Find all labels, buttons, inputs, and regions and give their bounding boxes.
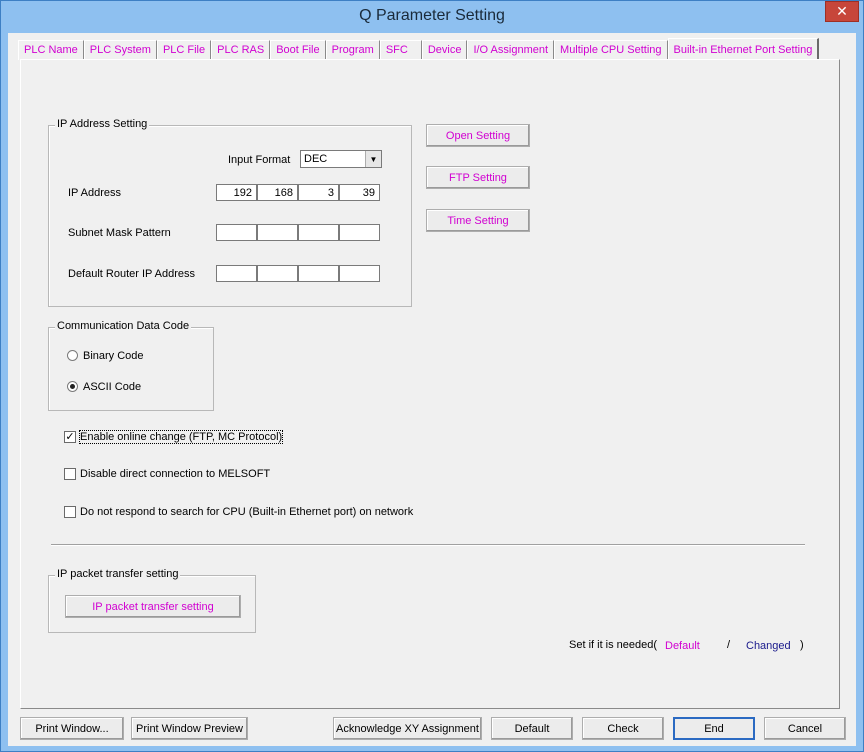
communication-data-code-label: Communication Data Code xyxy=(55,320,192,332)
default-router-label: Default Router IP Address xyxy=(68,268,195,280)
ip-packet-transfer-button[interactable]: IP packet transfer setting xyxy=(65,595,241,618)
default-router-octet-2[interactable] xyxy=(257,265,298,282)
input-format-select[interactable]: DEC ▼ xyxy=(300,150,382,168)
ascii-code-radio[interactable] xyxy=(67,381,78,392)
legend-changed: Changed xyxy=(746,640,791,652)
tab-plc-name[interactable]: PLC Name xyxy=(18,40,84,60)
ip-address-octet-1[interactable]: 192 xyxy=(216,184,257,201)
default-button[interactable]: Default xyxy=(491,717,573,740)
ip-packet-transfer-group: IP packet transfer setting IP packet tra… xyxy=(48,568,256,633)
ip-address-label: IP Address xyxy=(68,187,121,199)
ip-address-octet-2[interactable]: 168 xyxy=(257,184,298,201)
subnet-mask-octet-2[interactable] xyxy=(257,224,298,241)
parameter-window: Q Parameter Setting ✕ PLC Name PLC Syste… xyxy=(0,0,864,752)
disable-direct-connection-label[interactable]: Disable direct connection to MELSOFT xyxy=(80,468,270,480)
close-icon: ✕ xyxy=(836,3,848,19)
tab-plc-system[interactable]: PLC System xyxy=(83,40,157,60)
time-setting-button[interactable]: Time Setting xyxy=(426,209,530,232)
input-format-value: DEC xyxy=(304,153,328,165)
binary-code-radio[interactable] xyxy=(67,350,78,361)
print-window-preview-button[interactable]: Print Window Preview xyxy=(131,717,248,740)
tab-plc-file[interactable]: PLC File xyxy=(156,40,212,60)
tab-sfc[interactable]: SFC xyxy=(379,40,422,60)
input-format-label: Input Format xyxy=(228,154,291,166)
tab-io-assignment[interactable]: I/O Assignment xyxy=(467,40,555,60)
legend-prefix: Set if it is needed( xyxy=(569,639,658,651)
ip-address-octet-4[interactable]: 39 xyxy=(339,184,380,201)
tab-built-in-ethernet-port-setting[interactable]: Built-in Ethernet Port Setting xyxy=(667,38,820,60)
ip-address-setting-label: IP Address Setting xyxy=(55,118,150,130)
ip-address-setting-group: IP Address Setting Input Format DEC ▼ IP… xyxy=(48,118,412,307)
open-setting-button[interactable]: Open Setting xyxy=(426,124,530,147)
subnet-mask-octet-3[interactable] xyxy=(298,224,339,241)
legend-suffix: ) xyxy=(800,639,804,651)
ip-packet-transfer-label: IP packet transfer setting xyxy=(55,568,181,580)
do-not-respond-search-checkbox[interactable] xyxy=(64,506,76,518)
tab-strip: PLC Name PLC System PLC File PLC RAS Boo… xyxy=(18,38,820,60)
subnet-mask-octet-4[interactable] xyxy=(339,224,380,241)
subnet-mask-octet-1[interactable] xyxy=(216,224,257,241)
window-title: Q Parameter Setting xyxy=(359,7,505,24)
end-button[interactable]: End xyxy=(673,717,755,740)
default-router-octet-4[interactable] xyxy=(339,265,380,282)
tab-boot-file[interactable]: Boot File xyxy=(270,40,326,60)
ascii-code-label[interactable]: ASCII Code xyxy=(83,381,141,393)
default-router-octet-3[interactable] xyxy=(298,265,339,282)
separator xyxy=(51,544,805,546)
communication-data-code-group: Communication Data Code Binary Code ASCI… xyxy=(48,320,214,411)
tab-plc-ras[interactable]: PLC RAS xyxy=(211,40,271,60)
default-router-octet-1[interactable] xyxy=(216,265,257,282)
do-not-respond-search-label[interactable]: Do not respond to search for CPU (Built-… xyxy=(80,506,413,518)
legend-slash: / xyxy=(727,639,731,651)
title-bar[interactable]: Q Parameter Setting ✕ xyxy=(1,1,863,33)
binary-code-label[interactable]: Binary Code xyxy=(83,350,144,362)
chevron-down-icon[interactable]: ▼ xyxy=(365,151,381,167)
client-area: PLC Name PLC System PLC File PLC RAS Boo… xyxy=(8,33,856,746)
ftp-setting-button[interactable]: FTP Setting xyxy=(426,166,530,189)
enable-online-change-checkbox[interactable]: ✓ xyxy=(64,431,76,443)
tab-panel: IP Address Setting Input Format DEC ▼ IP… xyxy=(20,59,840,709)
check-button[interactable]: Check xyxy=(582,717,664,740)
tab-multiple-cpu-setting[interactable]: Multiple CPU Setting xyxy=(554,40,668,60)
enable-online-change-label[interactable]: Enable online change (FTP, MC Protocol) xyxy=(78,430,284,444)
close-button[interactable]: ✕ xyxy=(825,1,859,22)
cancel-button[interactable]: Cancel xyxy=(764,717,846,740)
print-window-button[interactable]: Print Window... xyxy=(20,717,124,740)
subnet-mask-label: Subnet Mask Pattern xyxy=(68,227,171,239)
tab-program[interactable]: Program xyxy=(325,40,380,60)
tab-device[interactable]: Device xyxy=(421,40,468,60)
disable-direct-connection-checkbox[interactable] xyxy=(64,468,76,480)
acknowledge-xy-assignment-button[interactable]: Acknowledge XY Assignment xyxy=(333,717,482,740)
ip-address-octet-3[interactable]: 3 xyxy=(298,184,339,201)
legend-default: Default xyxy=(665,640,700,652)
